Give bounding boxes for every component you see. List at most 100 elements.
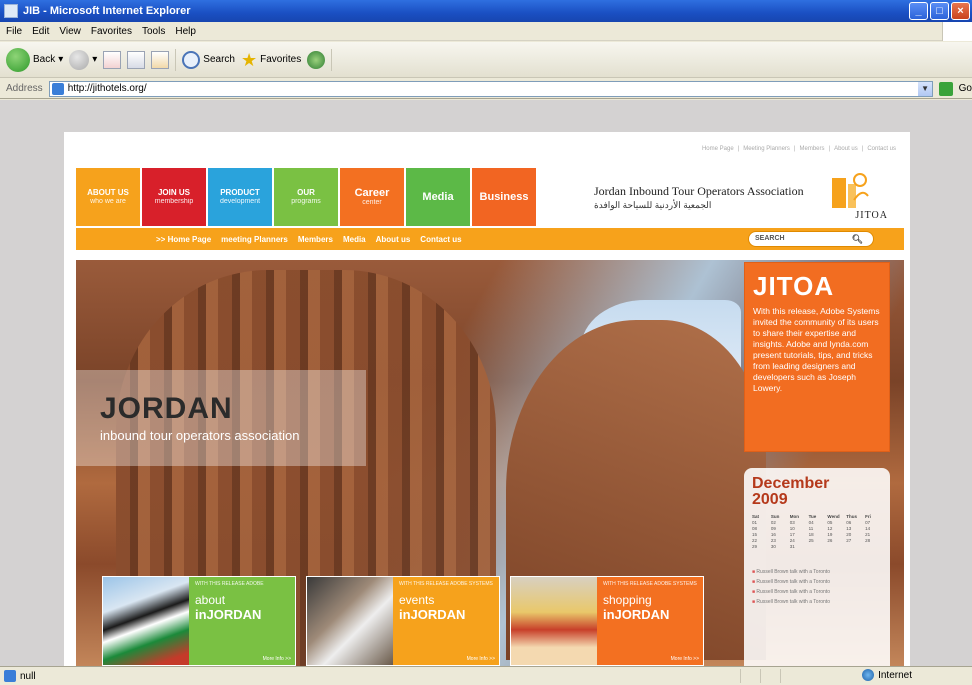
promo-small-text: WITH THIS RELEASE ADOBE SYSTEMS: [603, 581, 697, 587]
address-input[interactable]: http://jithotels.org/ ▼: [48, 80, 934, 97]
toolbar-separator: [331, 48, 333, 71]
nav-career-center[interactable]: Career center: [340, 168, 404, 226]
calendar-date[interactable]: 28: [865, 538, 882, 543]
forward-dropdown-icon[interactable]: ▾: [92, 54, 97, 65]
promo-title: inJORDAN: [399, 607, 466, 622]
calendar-date[interactable]: 20: [846, 532, 863, 537]
calendar-event-item[interactable]: Russell Brown talk with a Toronto: [752, 567, 882, 577]
subnav-meeting-planners[interactable]: meeting Planners: [221, 235, 288, 244]
nav-product[interactable]: PRODUCT development: [208, 168, 272, 226]
toplink-home[interactable]: Home Page: [702, 146, 734, 152]
subnav-about[interactable]: About us: [376, 235, 411, 244]
home-icon[interactable]: [151, 50, 170, 69]
calendar-date[interactable]: 27: [846, 538, 863, 543]
nav-our-programs[interactable]: OUR programs: [274, 168, 338, 226]
calendar-date[interactable]: 18: [809, 532, 826, 537]
menu-edit[interactable]: Edit: [32, 26, 49, 37]
jitoa-info-box: JITOA With this release, Adobe Systems i…: [744, 262, 890, 452]
calendar-date[interactable]: 29: [752, 544, 769, 549]
menu-file[interactable]: File: [6, 26, 22, 37]
calendar-date[interactable]: 13: [846, 526, 863, 531]
toplink-meeting-planners[interactable]: Meeting Planners: [743, 146, 790, 152]
address-dropdown-icon[interactable]: ▼: [918, 81, 933, 96]
menu-tools[interactable]: Tools: [142, 26, 165, 37]
go-label[interactable]: Go: [959, 83, 972, 94]
calendar-date[interactable]: 04: [809, 520, 826, 525]
calendar-date[interactable]: 05: [827, 520, 844, 525]
calendar-date[interactable]: 22: [752, 538, 769, 543]
promo-more-link[interactable]: More Info >>: [467, 656, 495, 662]
menu-view[interactable]: View: [59, 26, 81, 37]
calendar-event-item[interactable]: Russell Brown talk with a Toronto: [752, 597, 882, 607]
zone-label: Internet: [878, 669, 912, 681]
media-icon[interactable]: [307, 50, 326, 69]
maximize-button[interactable]: □: [930, 2, 949, 20]
magnifier-icon[interactable]: 🔍︎: [852, 232, 863, 246]
status-bar: null Internet: [0, 666, 972, 685]
brand-logo[interactable]: Jordan Inbound Tour Operators Associatio…: [588, 170, 898, 224]
refresh-icon[interactable]: [127, 50, 146, 69]
minimize-button[interactable]: _: [909, 2, 928, 20]
site-search-input[interactable]: SEARCH 🔍︎: [748, 231, 874, 247]
toplink-members[interactable]: Members: [799, 146, 824, 152]
page-status-icon: [4, 670, 16, 682]
go-arrow-icon[interactable]: [939, 81, 953, 96]
promo-more-link[interactable]: More Info >>: [263, 656, 291, 662]
stop-icon[interactable]: [103, 50, 122, 69]
calendar-date[interactable]: 01: [752, 520, 769, 525]
menu-help[interactable]: Help: [175, 26, 196, 37]
back-button[interactable]: Back ▾: [6, 47, 63, 72]
calendar-date[interactable]: 21: [865, 532, 882, 537]
forward-button[interactable]: ▾: [69, 49, 97, 70]
calendar-date[interactable]: 02: [771, 520, 788, 525]
toplink-about[interactable]: About us: [834, 146, 858, 152]
calendar-date[interactable]: 30: [771, 544, 788, 549]
calendar-date[interactable]: 06: [846, 520, 863, 525]
promo-more-link[interactable]: More Info >>: [671, 656, 699, 662]
calendar-event-item[interactable]: Russell Brown talk with a Toronto: [752, 577, 882, 587]
calendar-date[interactable]: 17: [790, 532, 807, 537]
calendar-date[interactable]: 26: [827, 538, 844, 543]
calendar-date[interactable]: 31: [790, 544, 807, 549]
promo-about-jordan[interactable]: WITH THIS RELEASE ADOBE about inJORDAN M…: [102, 576, 296, 666]
promo-title: inJORDAN: [195, 607, 262, 622]
calendar-date[interactable]: 25: [809, 538, 826, 543]
calendar-date[interactable]: 16: [771, 532, 788, 537]
calendar-date[interactable]: 12: [827, 526, 844, 531]
subnav-members[interactable]: Members: [298, 235, 333, 244]
subnav-home[interactable]: >> Home Page: [156, 235, 211, 244]
calendar-month: December: [752, 475, 830, 492]
calendar-date[interactable]: 11: [809, 526, 826, 531]
calendar-year: 2009: [752, 491, 788, 508]
menu-favorites[interactable]: Favorites: [91, 26, 132, 37]
ie-icon: [4, 4, 18, 18]
promo-panel: WITH THIS RELEASE ADOBE SYSTEMS shopping…: [597, 577, 703, 665]
calendar-date[interactable]: 08: [752, 526, 769, 531]
calendar-date[interactable]: 19: [827, 532, 844, 537]
promo-shopping-jordan[interactable]: WITH THIS RELEASE ADOBE SYSTEMS shopping…: [510, 576, 704, 666]
back-dropdown-icon[interactable]: ▾: [58, 54, 63, 65]
toplink-contact[interactable]: Contact us: [867, 146, 896, 152]
address-url: http://jithotels.org/: [67, 83, 147, 94]
calendar-date[interactable]: 03: [790, 520, 807, 525]
search-button[interactable]: Search: [182, 50, 235, 69]
favorites-button[interactable]: ★ Favorites: [241, 51, 301, 69]
close-button[interactable]: ×: [951, 2, 970, 20]
promo-word: events: [399, 593, 435, 607]
subnav-contact[interactable]: Contact us: [420, 235, 461, 244]
subnav-media[interactable]: Media: [343, 235, 366, 244]
calendar-date[interactable]: 09: [771, 526, 788, 531]
promo-events-jordan[interactable]: WITH THIS RELEASE ADOBE SYSTEMS events i…: [306, 576, 500, 666]
calendar-date[interactable]: 23: [771, 538, 788, 543]
search-label: Search: [203, 54, 235, 65]
nav-business[interactable]: Business: [472, 168, 536, 226]
nav-about-us[interactable]: ABOUT US who we are: [76, 168, 140, 226]
calendar-event-item[interactable]: Russell Brown talk with a Toronto: [752, 587, 882, 597]
calendar-date[interactable]: 10: [790, 526, 807, 531]
calendar-date[interactable]: 07: [865, 520, 882, 525]
calendar-date[interactable]: 15: [752, 532, 769, 537]
nav-join-us[interactable]: JOIN US membership: [142, 168, 206, 226]
calendar-date[interactable]: 14: [865, 526, 882, 531]
calendar-date[interactable]: 24: [790, 538, 807, 543]
nav-media[interactable]: Media: [406, 168, 470, 226]
